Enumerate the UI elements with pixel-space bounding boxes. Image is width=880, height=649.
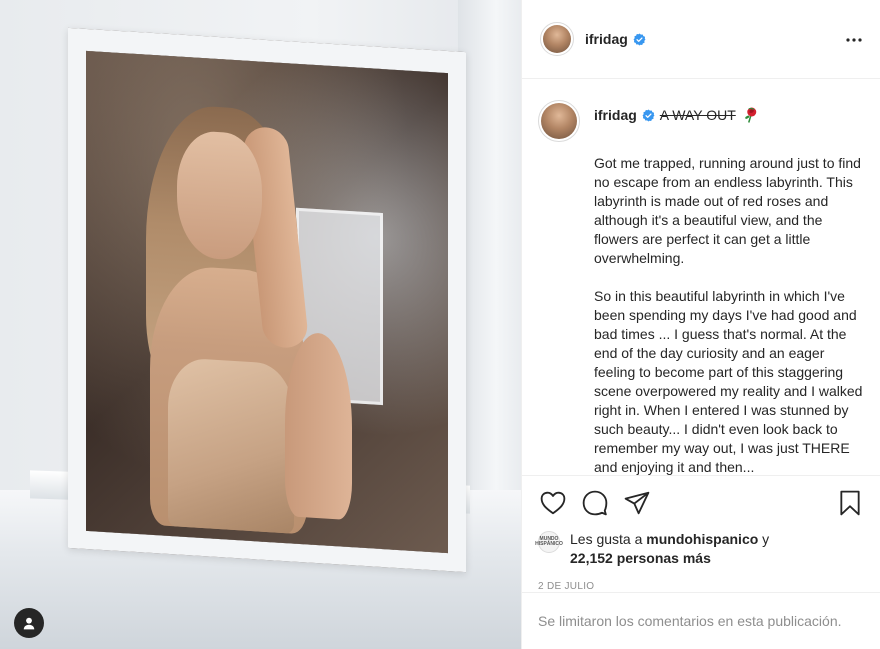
caption-first-line: ifridag A WAY OUT (594, 100, 760, 124)
window-frame (68, 27, 466, 573)
person (137, 102, 361, 538)
likes-count-link[interactable]: 22,152 personas más (570, 550, 711, 566)
caption-header: ifridag A WAY OUT (538, 100, 863, 142)
face (177, 129, 263, 262)
caption-text: Got me trapped, running around just to f… (594, 154, 863, 475)
caption-paragraph: Got me trapped, running around just to f… (594, 155, 861, 266)
author-avatar[interactable] (540, 22, 574, 56)
user-tag-button[interactable] (14, 608, 44, 638)
caption-paragraph: So in this beautiful labyrinth in which … (594, 288, 863, 475)
heart-icon[interactable] (538, 488, 568, 518)
verified-badge-icon (642, 109, 655, 122)
post-header: ifridag (522, 0, 880, 79)
caption-area[interactable]: ifridag A WAY OUT Got me trapped, runnin… (522, 80, 880, 475)
post-panel: ifridag ifridag A WAY OUT Got me trapped… (521, 0, 880, 649)
dress (168, 357, 294, 535)
knee (284, 330, 353, 521)
more-options-icon[interactable] (842, 28, 866, 52)
share-icon[interactable] (622, 488, 652, 518)
action-bar (538, 476, 865, 530)
user-tag-icon (23, 617, 35, 630)
likes-prefix: Les gusta a (570, 531, 647, 547)
author-username[interactable]: ifridag (585, 31, 628, 47)
caption-title: A WAY OUT (659, 107, 736, 123)
action-section: MUNDO HISPÁNICO Les gusta a mundohispani… (522, 475, 880, 592)
post-image[interactable] (0, 0, 521, 649)
liker-username[interactable]: mundohispanico (646, 531, 758, 547)
likes-text: Les gusta a mundohispanico y 22,152 pers… (570, 530, 769, 568)
likes-summary: MUNDO HISPÁNICO Les gusta a mundohispani… (535, 530, 865, 568)
caption-username[interactable]: ifridag (594, 107, 637, 123)
comment-icon[interactable] (580, 488, 610, 518)
comments-disabled-notice: Se limitaron los comentarios en esta pub… (522, 592, 880, 649)
verified-badge-icon (633, 33, 646, 46)
post-date[interactable]: 2 DE JULIO (538, 581, 865, 592)
rose-emoji-icon (742, 106, 760, 124)
bookmark-icon[interactable] (835, 488, 865, 518)
liker-avatar[interactable]: MUNDO HISPÁNICO (535, 531, 563, 553)
caption-avatar[interactable] (538, 100, 580, 142)
likes-connector: y (758, 531, 770, 547)
